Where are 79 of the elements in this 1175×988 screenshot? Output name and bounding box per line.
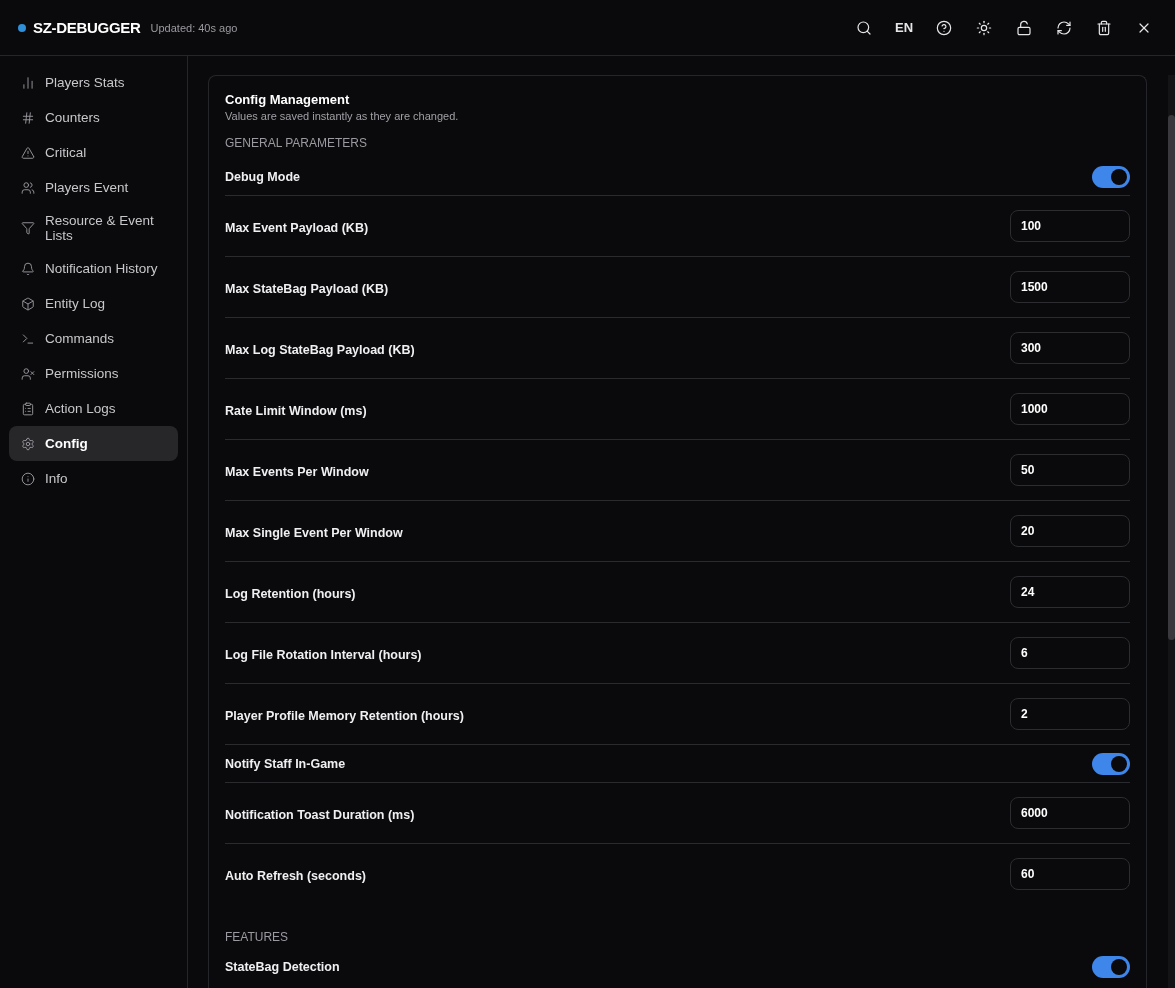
user-icon — [21, 366, 35, 381]
sidebar-item[interactable]: Counters — [9, 100, 178, 135]
number-input[interactable]: 300 — [1010, 332, 1130, 364]
bell-icon — [21, 261, 35, 276]
setting-label: Max Log StateBag Payload (KB) — [225, 342, 415, 357]
setting-label: Log File Rotation Interval (hours) — [225, 647, 422, 662]
terminal-icon — [21, 331, 35, 346]
cube-icon — [21, 296, 35, 311]
users-icon — [21, 180, 35, 195]
sidebar-label: Permissions — [45, 366, 119, 381]
sidebar-label: Resource & Event Lists — [45, 213, 155, 243]
sidebar-label: Notification History — [45, 261, 158, 276]
number-input[interactable]: 6 — [1010, 637, 1130, 669]
setting-label: StateBag Detection — [225, 959, 340, 974]
sidebar-item[interactable]: Action Logs — [9, 391, 178, 426]
updated-time: Updated: 40s ago — [150, 21, 238, 34]
sidebar-label: Players Stats — [45, 75, 125, 90]
sidebar-label: Players Event — [45, 180, 129, 195]
refresh-icon — [1056, 19, 1072, 36]
setting-label: Player Profile Memory Retention (hours) — [225, 708, 464, 723]
sidebar-item[interactable]: Commands — [9, 321, 178, 356]
language-button[interactable]: EN — [891, 14, 917, 41]
warning-icon — [21, 145, 35, 160]
card-subtitle: Values are saved instantly as they are changed. — [225, 110, 460, 122]
trash-icon — [1096, 19, 1112, 36]
bar-chart-icon — [21, 75, 35, 90]
setting-label: Log Retention (hours) — [225, 586, 356, 601]
search-icon — [856, 19, 872, 36]
setting-label: Debug Mode — [225, 169, 300, 184]
card-title: Config Management — [225, 92, 351, 107]
unlocked-padlock-icon — [1016, 19, 1032, 36]
number-input[interactable]: 1000 — [1010, 393, 1130, 425]
setting-label: Max Events Per Window — [225, 464, 369, 479]
setting-label: Notify Staff In-Game — [225, 756, 346, 771]
hash-icon — [21, 110, 35, 125]
setting-label: Max Single Event Per Window — [225, 525, 403, 540]
number-input[interactable]: 1500 — [1010, 271, 1130, 303]
scrollbar[interactable] — [1168, 75, 1175, 988]
sidebar-item[interactable]: Notification History — [9, 251, 178, 286]
sidebar-item[interactable]: Info — [9, 461, 178, 496]
sidebar-item[interactable]: Players Stats — [9, 65, 178, 100]
help-icon — [936, 19, 952, 36]
sidebar-item[interactable]: Critical — [9, 135, 178, 170]
filter-icon — [21, 221, 35, 235]
sidebar-label: Counters — [45, 110, 100, 125]
number-input[interactable]: 20 — [1010, 515, 1130, 547]
sidebar-item[interactable]: Resource & Event Lists — [9, 205, 178, 251]
setting-label: Rate Limit Window (ms) — [225, 403, 367, 418]
toggle-switch[interactable] — [1092, 752, 1130, 775]
sun-icon — [976, 19, 992, 36]
sidebar-label: Action Logs — [45, 401, 116, 416]
setting-label: Max Event Payload (KB) — [225, 220, 369, 235]
sidebar-item[interactable]: Permissions — [9, 356, 178, 391]
number-input[interactable]: 50 — [1010, 454, 1130, 486]
number-input[interactable]: 2 — [1010, 698, 1130, 730]
sidebar-label: Info — [45, 471, 68, 486]
sidebar-item[interactable]: Entity Log — [9, 286, 178, 321]
app-title: SZ-DEBUGGER — [33, 19, 141, 36]
settings-icon — [21, 436, 35, 451]
setting-label: Auto Refresh (seconds) — [225, 868, 366, 883]
sidebar-label: Critical — [45, 145, 87, 160]
sidebar-label: Entity Log — [45, 296, 106, 311]
toggle-switch[interactable] — [1092, 165, 1130, 188]
number-input[interactable]: 24 — [1010, 576, 1130, 608]
number-input[interactable]: 100 — [1010, 210, 1130, 242]
number-input[interactable]: 60 — [1010, 858, 1130, 890]
setting-label: Notification Toast Duration (ms) — [225, 807, 415, 822]
setting-label: Max StateBag Payload (KB) — [225, 281, 389, 296]
status-dot — [18, 23, 26, 32]
section-title: GENERAL PARAMETERS — [225, 136, 369, 150]
sidebar-label: Config — [45, 436, 88, 451]
section-title: FEATURES — [225, 930, 290, 944]
clipboard-icon — [21, 401, 35, 416]
info-icon — [21, 471, 35, 486]
sidebar-item[interactable]: Config — [9, 426, 178, 461]
number-input[interactable]: 6000 — [1010, 797, 1130, 829]
sidebar-label: Commands — [45, 331, 115, 346]
toggle-switch[interactable] — [1092, 955, 1130, 978]
sidebar-item[interactable]: Players Event — [9, 170, 178, 205]
